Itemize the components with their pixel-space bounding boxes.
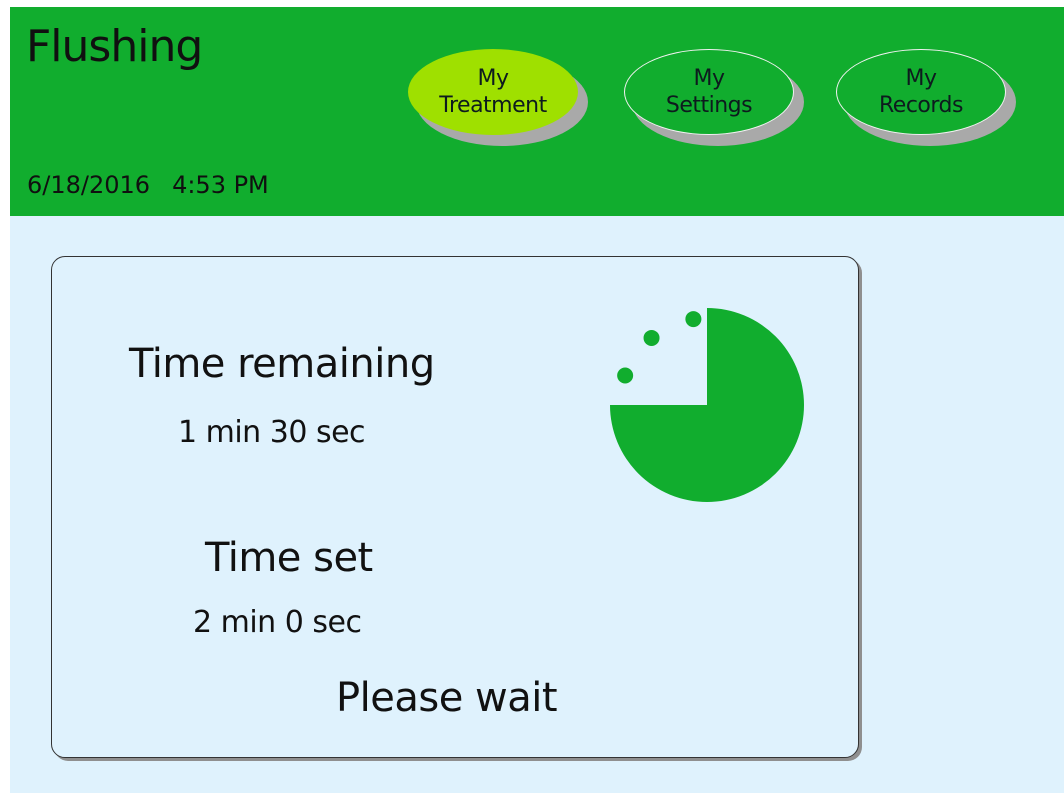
date-text: 6/18/2016 <box>27 171 151 199</box>
time-text: 4:53 PM <box>172 171 269 199</box>
time-set-label: Time set <box>205 535 373 581</box>
countdown-pie-icon <box>610 308 804 502</box>
header-bar: Flushing 6/18/2016 4:53 PM My Treatment M… <box>10 7 1064 216</box>
progress-dot <box>617 367 634 384</box>
button-face: My Settings <box>624 49 794 135</box>
my-records-button[interactable]: My Records <box>836 49 1018 147</box>
my-settings-button[interactable]: My Settings <box>624 49 806 147</box>
time-remaining-label: Time remaining <box>129 341 435 387</box>
button-face: My Treatment <box>408 49 578 135</box>
progress-dot <box>685 311 702 328</box>
button-face: My Records <box>836 49 1006 135</box>
my-records-label: My Records <box>879 66 963 118</box>
timer-panel: Time remaining 1 min 30 sec Time set 2 m… <box>51 256 859 758</box>
my-treatment-button[interactable]: My Treatment <box>408 49 590 147</box>
screen-title: Flushing <box>26 21 203 72</box>
app-window: Flushing 6/18/2016 4:53 PM My Treatment M… <box>10 7 1064 793</box>
time-set-value: 2 min 0 sec <box>193 605 362 640</box>
progress-dot <box>643 329 660 346</box>
status-message: Please wait <box>336 675 558 721</box>
my-treatment-label: My Treatment <box>439 66 547 118</box>
remaining-time-wedge <box>610 308 804 502</box>
date-time-display: 6/18/2016 4:53 PM <box>27 171 269 199</box>
my-settings-label: My Settings <box>665 66 753 118</box>
time-remaining-value: 1 min 30 sec <box>178 415 366 450</box>
